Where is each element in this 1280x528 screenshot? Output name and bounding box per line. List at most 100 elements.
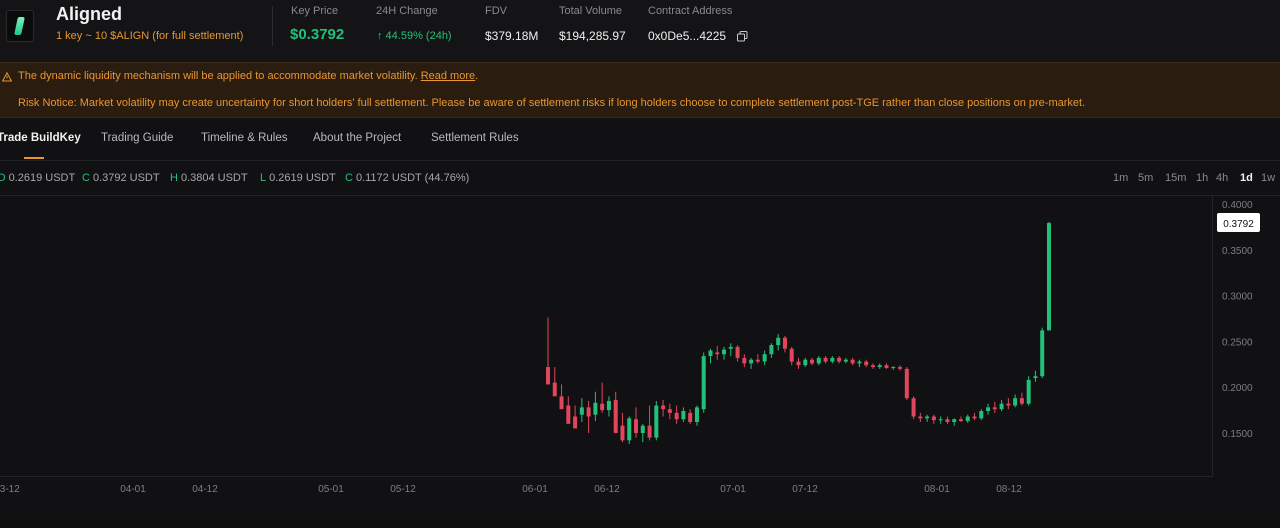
candle-body: [918, 416, 923, 419]
candle-body: [925, 416, 930, 419]
tab-settlement-rules[interactable]: Settlement Rules: [431, 132, 519, 144]
ohlc-open-value: 0.2619 USDT: [8, 172, 76, 184]
timeframe-15m[interactable]: 15m: [1165, 172, 1186, 184]
y-tick-label: 0.1500: [1222, 429, 1253, 440]
candle-body: [938, 419, 943, 421]
timeframe-1w[interactable]: 1w: [1261, 172, 1275, 184]
candle-body: [1019, 398, 1024, 404]
candle-body: [999, 403, 1004, 410]
candle-body: [776, 337, 781, 346]
candle-body: [586, 407, 591, 417]
ohlc-high-value: 0.3804 USDT: [180, 172, 248, 184]
x-tick-label: 05-01: [318, 484, 344, 495]
candle-body: [837, 357, 842, 362]
y-tick-label: 0.2500: [1222, 337, 1253, 348]
candle-body: [593, 402, 598, 415]
liquidity-notice: The dynamic liquidity mechanism will be …: [2, 70, 478, 82]
candle-body: [810, 359, 815, 364]
bottom-strip: [0, 520, 1280, 528]
candle-body: [1013, 398, 1018, 406]
candle-body: [722, 349, 727, 355]
ohlc-change-key: C: [345, 172, 353, 184]
contract-address[interactable]: 0x0De5...4225: [648, 29, 726, 43]
risk-notice-banner: The dynamic liquidity mechanism will be …: [0, 62, 1280, 118]
ohlc-high-key: H: [170, 172, 178, 184]
project-logo-icon: [6, 10, 34, 42]
x-tick-label: 06-01: [522, 484, 548, 495]
candle-body: [674, 412, 679, 420]
candle-body: [600, 403, 605, 411]
warning-icon: [2, 72, 12, 82]
candle-body: [796, 361, 801, 366]
ohlc-low-value: 0.2619 USDT: [269, 172, 336, 184]
liquidity-notice-text: The dynamic liquidity mechanism will be …: [18, 70, 418, 82]
project-title: Aligned: [56, 4, 122, 24]
candle-body: [606, 400, 611, 411]
last-price-label: 0.3792: [1223, 219, 1254, 230]
timeframe-1h[interactable]: 1h: [1196, 172, 1208, 184]
candle-body: [573, 416, 578, 429]
settlement-ratio: 1 key ~ 10 $ALIGN (for full settlement): [56, 30, 244, 42]
contract-label: Contract Address: [648, 5, 733, 17]
change-label: 24H Change: [376, 5, 438, 17]
candle-body: [877, 365, 882, 368]
x-tick-label: 08-01: [924, 484, 950, 495]
candle-body: [634, 419, 639, 433]
candle-body: [830, 357, 835, 362]
candle-body: [911, 398, 916, 417]
ohlc-close-key: C: [82, 172, 90, 184]
x-tick-label: 07-12: [792, 484, 818, 495]
timeframe-1m[interactable]: 1m: [1113, 172, 1128, 184]
ohlc-low-key: L: [260, 172, 267, 184]
change-value: ↑ 44.59% (24h): [377, 30, 452, 42]
candle-body: [1006, 403, 1011, 406]
candle-body: [816, 357, 821, 364]
y-tick-label: 0.3500: [1222, 246, 1253, 257]
tab-timeline-rules[interactable]: Timeline & Rules: [201, 132, 288, 144]
candle-body: [823, 357, 828, 362]
tab-trade-buildkey[interactable]: Trade BuildKey: [0, 132, 81, 144]
candle-body: [965, 416, 970, 422]
y-tick-label: 0.2000: [1222, 383, 1253, 394]
candle-body: [986, 407, 991, 412]
candle-body: [654, 405, 659, 438]
timeframe-5m[interactable]: 5m: [1138, 172, 1153, 184]
volume-value: $194,285.97: [559, 29, 626, 43]
candle-body: [1033, 376, 1038, 379]
tab-trading-guide[interactable]: Trading Guide: [101, 132, 173, 144]
ohlc-close: C 0.3792 USDT: [82, 172, 160, 184]
candle-body: [755, 359, 760, 362]
fdv-value: $379.18M: [485, 29, 539, 43]
candle-body: [735, 346, 740, 358]
ohlc-change-value: 0.1172 USDT (44.76%): [355, 172, 470, 184]
x-tick-label: 04-01: [120, 484, 146, 495]
candle-body: [688, 412, 693, 423]
volume-label: Total Volume: [559, 5, 622, 17]
y-tick-label: 0.4000: [1222, 200, 1253, 211]
x-tick-label: 07-01: [720, 484, 746, 495]
read-more-link[interactable]: Read more: [421, 70, 475, 82]
copy-icon[interactable]: [737, 31, 748, 42]
candle-body: [667, 409, 672, 413]
key-price-value: $0.3792: [290, 26, 345, 43]
candle-body: [742, 357, 747, 364]
candle-body: [694, 407, 699, 423]
candle-body: [789, 348, 794, 362]
candle-body: [843, 359, 848, 362]
ohlc-change: C 0.1172 USDT (44.76%): [345, 172, 469, 184]
timeframe-4h[interactable]: 4h: [1216, 172, 1228, 184]
candle-body: [566, 405, 571, 424]
ohlc-open: O 0.2619 USDT: [0, 172, 75, 184]
candle-body: [864, 361, 869, 366]
candle-body: [769, 345, 774, 355]
header-divider: [272, 6, 273, 46]
x-tick-label: 04-12: [192, 484, 218, 495]
project-tabs: Trade BuildKey Trading Guide Timeline & …: [0, 118, 1280, 161]
candle-body: [884, 365, 889, 368]
candle-body: [762, 354, 767, 362]
token-header: Aligned 1 key ~ 10 $ALIGN (for full sett…: [0, 0, 1280, 62]
timeframe-1d[interactable]: 1d: [1240, 172, 1253, 184]
tab-about-project[interactable]: About the Project: [313, 132, 401, 144]
price-chart[interactable]: 0.4000 0.3500 0.3000 0.2500 0.2000 0.1500 03-…: [0, 195, 1280, 500]
candle-body: [891, 367, 896, 369]
